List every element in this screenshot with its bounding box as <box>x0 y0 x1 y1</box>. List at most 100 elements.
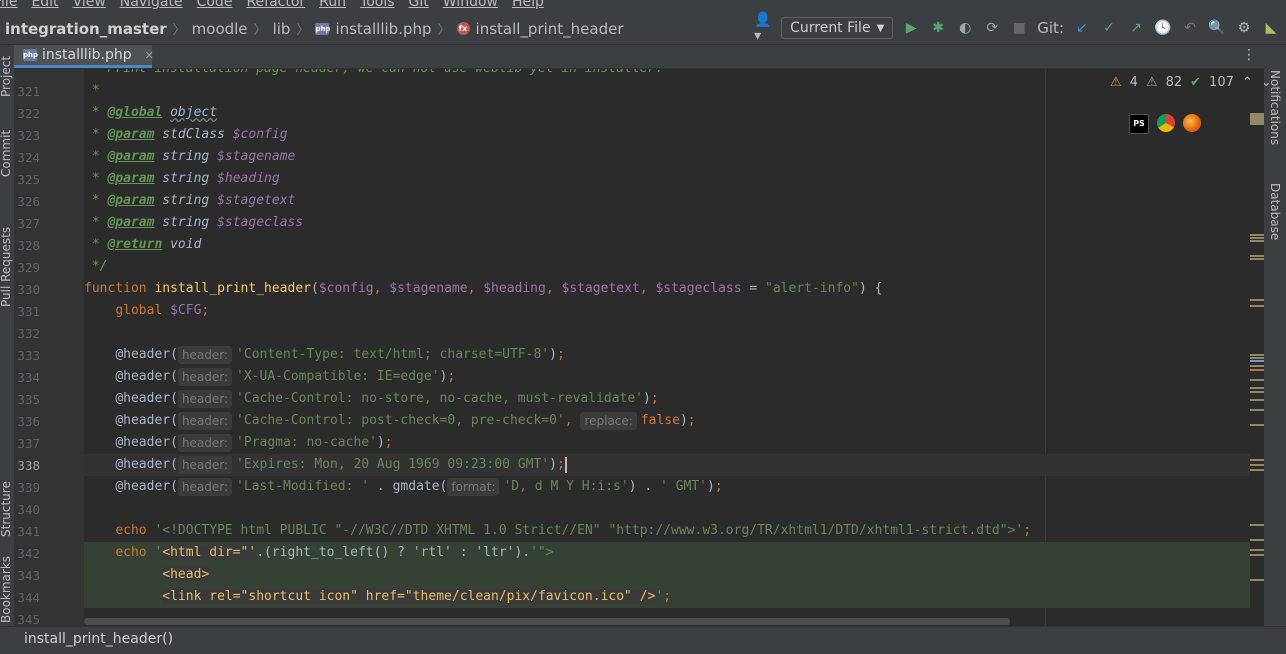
profile-icon[interactable]: ⟳ <box>983 19 1001 37</box>
stripe-mark[interactable] <box>1250 255 1264 257</box>
stripe-mark[interactable] <box>1250 409 1264 411</box>
stripe-mark[interactable] <box>1250 237 1264 239</box>
stripe-mark[interactable] <box>1250 549 1264 551</box>
ok-count: 107 <box>1209 75 1234 90</box>
git-commit-icon[interactable]: ✓ <box>1100 19 1118 37</box>
line-number: 340 <box>17 502 40 517</box>
parameter-hint: header: <box>177 455 233 474</box>
menu-item-edit[interactable]: Edit <box>31 0 58 10</box>
tool-window-commit[interactable]: Commit <box>0 130 13 177</box>
history-icon[interactable]: 🕓 <box>1154 19 1172 37</box>
stripe-mark[interactable] <box>1250 258 1264 260</box>
close-icon[interactable]: ✕ <box>145 49 154 62</box>
more-options-icon[interactable]: ⋮ <box>1242 47 1256 63</box>
line-number: 331 <box>17 304 40 319</box>
text-caret <box>564 456 567 473</box>
breadcrumb-project[interactable]: integration_master <box>5 20 167 38</box>
code-line-326: * @param string $stagetext <box>84 193 296 208</box>
menu-item-navigate[interactable]: Navigate <box>120 0 183 10</box>
horizontal-scrollbar[interactable] <box>84 618 1010 625</box>
right-tool-strip: Notifications Database <box>1264 45 1286 626</box>
tab-installlib[interactable]: php installlib.php ✕ <box>14 45 154 68</box>
check-icon: ✔ <box>1190 75 1202 90</box>
stripe-mark[interactable] <box>1250 387 1264 389</box>
stripe-mark[interactable] <box>1250 539 1264 541</box>
menu-item-run[interactable]: Run <box>319 0 346 10</box>
stripe-mark[interactable] <box>1250 424 1264 426</box>
breadcrumb-function[interactable]: install_print_header <box>476 20 624 38</box>
code-editor[interactable]: * Print installation page header, we can… <box>84 69 1250 626</box>
inspection-widget[interactable]: ⚠ 4 ⚠ 82 ✔ 107 ⌃ ⌄ <box>1110 75 1272 90</box>
stripe-mark[interactable] <box>1250 459 1264 461</box>
tool-window-structure[interactable]: Structure <box>0 481 13 537</box>
warning-icon: ⚠ <box>1110 75 1122 90</box>
tool-window-bookmarks[interactable]: Bookmarks <box>0 556 13 623</box>
menu-item-git[interactable]: Git <box>409 0 429 10</box>
gear-icon[interactable]: ⚙ <box>1235 19 1253 37</box>
error-stripe[interactable] <box>1250 69 1264 626</box>
menu-item-file[interactable]: File <box>0 0 17 10</box>
breadcrumb-folder-lib[interactable]: lib <box>273 20 291 38</box>
chevron-right-icon: 〉 <box>437 23 451 38</box>
breadcrumb-folder-moodle[interactable]: moodle <box>192 20 248 38</box>
firefox-icon[interactable] <box>1183 114 1201 132</box>
menu-bar: File Edit View Navigate Code Refactor Run Tools… <box>0 0 1286 12</box>
code-line-320: * Print installation page header, we can… <box>84 69 1250 80</box>
run-icon[interactable]: ▶ <box>902 19 920 37</box>
stripe-mark[interactable] <box>1250 234 1264 236</box>
stripe-mark[interactable] <box>1250 464 1264 466</box>
code-line-338: @header(header: 'Expires: Mon, 20 Aug 196… <box>84 454 1250 476</box>
stripe-mark[interactable] <box>1250 391 1264 393</box>
line-number: 329 <box>17 260 40 275</box>
menu-item-code[interactable]: Code <box>197 0 233 10</box>
git-push-icon[interactable]: ↗ <box>1127 19 1145 37</box>
menu-item-refactor[interactable]: Refactor <box>246 0 305 10</box>
user-icon[interactable]: 👤▾ <box>754 12 772 44</box>
menu-item-window[interactable]: Window <box>443 0 498 10</box>
search-icon[interactable]: 🔍 <box>1208 19 1226 37</box>
stripe-mark[interactable] <box>1250 305 1264 307</box>
phpstorm-icon[interactable]: PS <box>1129 114 1149 134</box>
menu-item-help[interactable]: Help <box>512 0 544 10</box>
code-line-333: @header(header: 'Content-Type: text/html;… <box>115 345 565 364</box>
stripe-mark[interactable] <box>1250 399 1264 401</box>
run-configuration-selector[interactable]: Current File ▼ <box>781 17 894 39</box>
stripe-mark[interactable] <box>1250 365 1264 367</box>
stripe-mark[interactable] <box>1250 524 1264 526</box>
line-number: 321 <box>17 84 40 99</box>
parameter-hint: header: <box>177 477 233 496</box>
line-number: 328 <box>17 238 40 253</box>
stripe-mark[interactable] <box>1250 354 1264 356</box>
git-update-icon[interactable]: ↙ <box>1073 19 1091 37</box>
stripe-mark[interactable] <box>1250 357 1264 359</box>
menu-item-tools[interactable]: Tools <box>360 0 395 10</box>
stop-icon[interactable]: ■ <box>1010 19 1028 37</box>
code-line-325: * @param string $heading <box>84 171 280 186</box>
coverage-icon[interactable]: ◐ <box>956 19 974 37</box>
tool-window-pull-requests[interactable]: Pull Requests <box>0 227 13 307</box>
stripe-mark[interactable] <box>1250 469 1264 471</box>
stripe-mark[interactable] <box>1250 299 1264 301</box>
parameter-hint: header: <box>177 411 233 430</box>
stripe-mark[interactable] <box>1250 113 1264 125</box>
breadcrumb-file[interactable]: installlib.php <box>335 20 431 38</box>
status-breadcrumb[interactable]: install_print_header() <box>24 631 173 647</box>
parameter-hint: header: <box>177 367 233 386</box>
tool-window-project[interactable]: Project <box>0 56 13 97</box>
tool-window-database[interactable]: Database <box>1268 183 1282 240</box>
line-number: 341 <box>17 524 40 539</box>
rollback-icon[interactable]: ↶ <box>1181 19 1199 37</box>
stripe-mark[interactable] <box>1250 240 1264 242</box>
line-number: 343 <box>17 568 40 583</box>
parameter-hint: format: <box>447 477 500 496</box>
chrome-icon[interactable] <box>1157 114 1175 132</box>
code-line-335: @header(header: 'Cache-Control: no-store,… <box>115 389 659 408</box>
stripe-mark[interactable] <box>1250 579 1264 581</box>
stripe-mark[interactable] <box>1250 379 1264 381</box>
stripe-mark[interactable] <box>1250 369 1264 371</box>
menu-item-view[interactable]: View <box>73 0 106 10</box>
stripe-mark[interactable] <box>1250 360 1264 362</box>
stripe-mark[interactable] <box>1250 554 1264 556</box>
debug-icon[interactable]: ✱ <box>929 19 947 37</box>
